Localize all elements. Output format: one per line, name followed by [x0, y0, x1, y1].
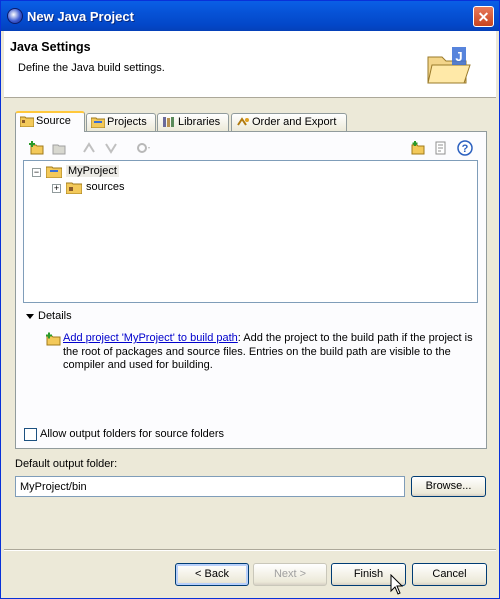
java-project-banner-icon: J: [427, 47, 471, 84]
title-bar[interactable]: New Java Project ✕: [1, 1, 499, 31]
source-folder-icon: [20, 116, 34, 127]
configure-icon[interactable]: [135, 140, 151, 156]
add-source-folder-icon[interactable]: [29, 140, 45, 156]
expand-icon[interactable]: +: [52, 184, 61, 193]
tab-libraries-label: Libraries: [178, 116, 221, 128]
output-folder-label: Default output folder:: [15, 458, 118, 470]
tab-source[interactable]: Source: [15, 111, 85, 132]
cancel-button[interactable]: Cancel: [412, 563, 487, 586]
window-title: New Java Project: [27, 9, 134, 24]
triangle-down-icon: [26, 313, 34, 319]
edit-icon[interactable]: [433, 140, 449, 156]
tab-libraries[interactable]: Libraries: [157, 113, 229, 131]
tab-order-and-export-label: Order and Export: [252, 116, 337, 128]
project-folder-icon: [46, 166, 62, 178]
browse-button[interactable]: Browse...: [411, 476, 486, 497]
allow-output-folders-label: Allow output folders for source folders: [40, 428, 225, 440]
dialog-window: New Java Project ✕ Java Settings Define …: [0, 0, 500, 599]
source-folders-tree[interactable]: − MyProject + sources: [23, 160, 478, 303]
details-toggle[interactable]: Details: [26, 310, 72, 322]
page-title: Java Settings: [10, 40, 91, 54]
tab-order-and-export[interactable]: Order and Export: [231, 113, 347, 131]
back-button[interactable]: < Back: [175, 563, 249, 586]
libraries-icon: [163, 117, 174, 127]
tab-projects-label: Projects: [107, 116, 147, 128]
mouse-cursor-icon: [390, 574, 404, 595]
page-description: Define the Java build settings.: [18, 62, 165, 74]
exclude-icon[interactable]: [103, 140, 119, 156]
svg-text:J: J: [455, 49, 462, 64]
help-icon[interactable]: ?: [457, 140, 473, 156]
details-heading: Details: [38, 310, 72, 322]
svg-text:?: ?: [462, 143, 469, 155]
tree-item-label: MyProject: [66, 165, 119, 177]
link-source-icon[interactable]: [51, 140, 67, 156]
wizard-header: Java Settings Define the Java build sett…: [4, 31, 496, 98]
projects-icon: [91, 117, 105, 128]
source-toolbar: ?: [23, 138, 479, 160]
output-folder-input[interactable]: [15, 476, 405, 497]
close-button[interactable]: ✕: [473, 6, 494, 27]
tab-source-label: Source: [36, 115, 71, 127]
allow-output-folders-checkbox[interactable]: [24, 428, 37, 441]
add-to-build-path-link[interactable]: Add project 'MyProject' to build path: [63, 332, 238, 344]
new-source-folder-icon[interactable]: [411, 140, 427, 156]
details-text: Add project 'MyProject' to build path: A…: [63, 332, 477, 373]
order-export-icon: [237, 117, 249, 126]
add-to-build-path-icon: [46, 332, 61, 346]
source-folder-icon: [66, 182, 82, 194]
eclipse-icon: [7, 8, 23, 24]
collapse-icon[interactable]: −: [32, 168, 41, 177]
include-icon[interactable]: [81, 140, 97, 156]
button-separator: [4, 549, 496, 551]
next-button[interactable]: Next >: [253, 563, 327, 586]
tab-projects[interactable]: Projects: [86, 113, 156, 131]
tree-item-label: sources: [86, 181, 125, 193]
